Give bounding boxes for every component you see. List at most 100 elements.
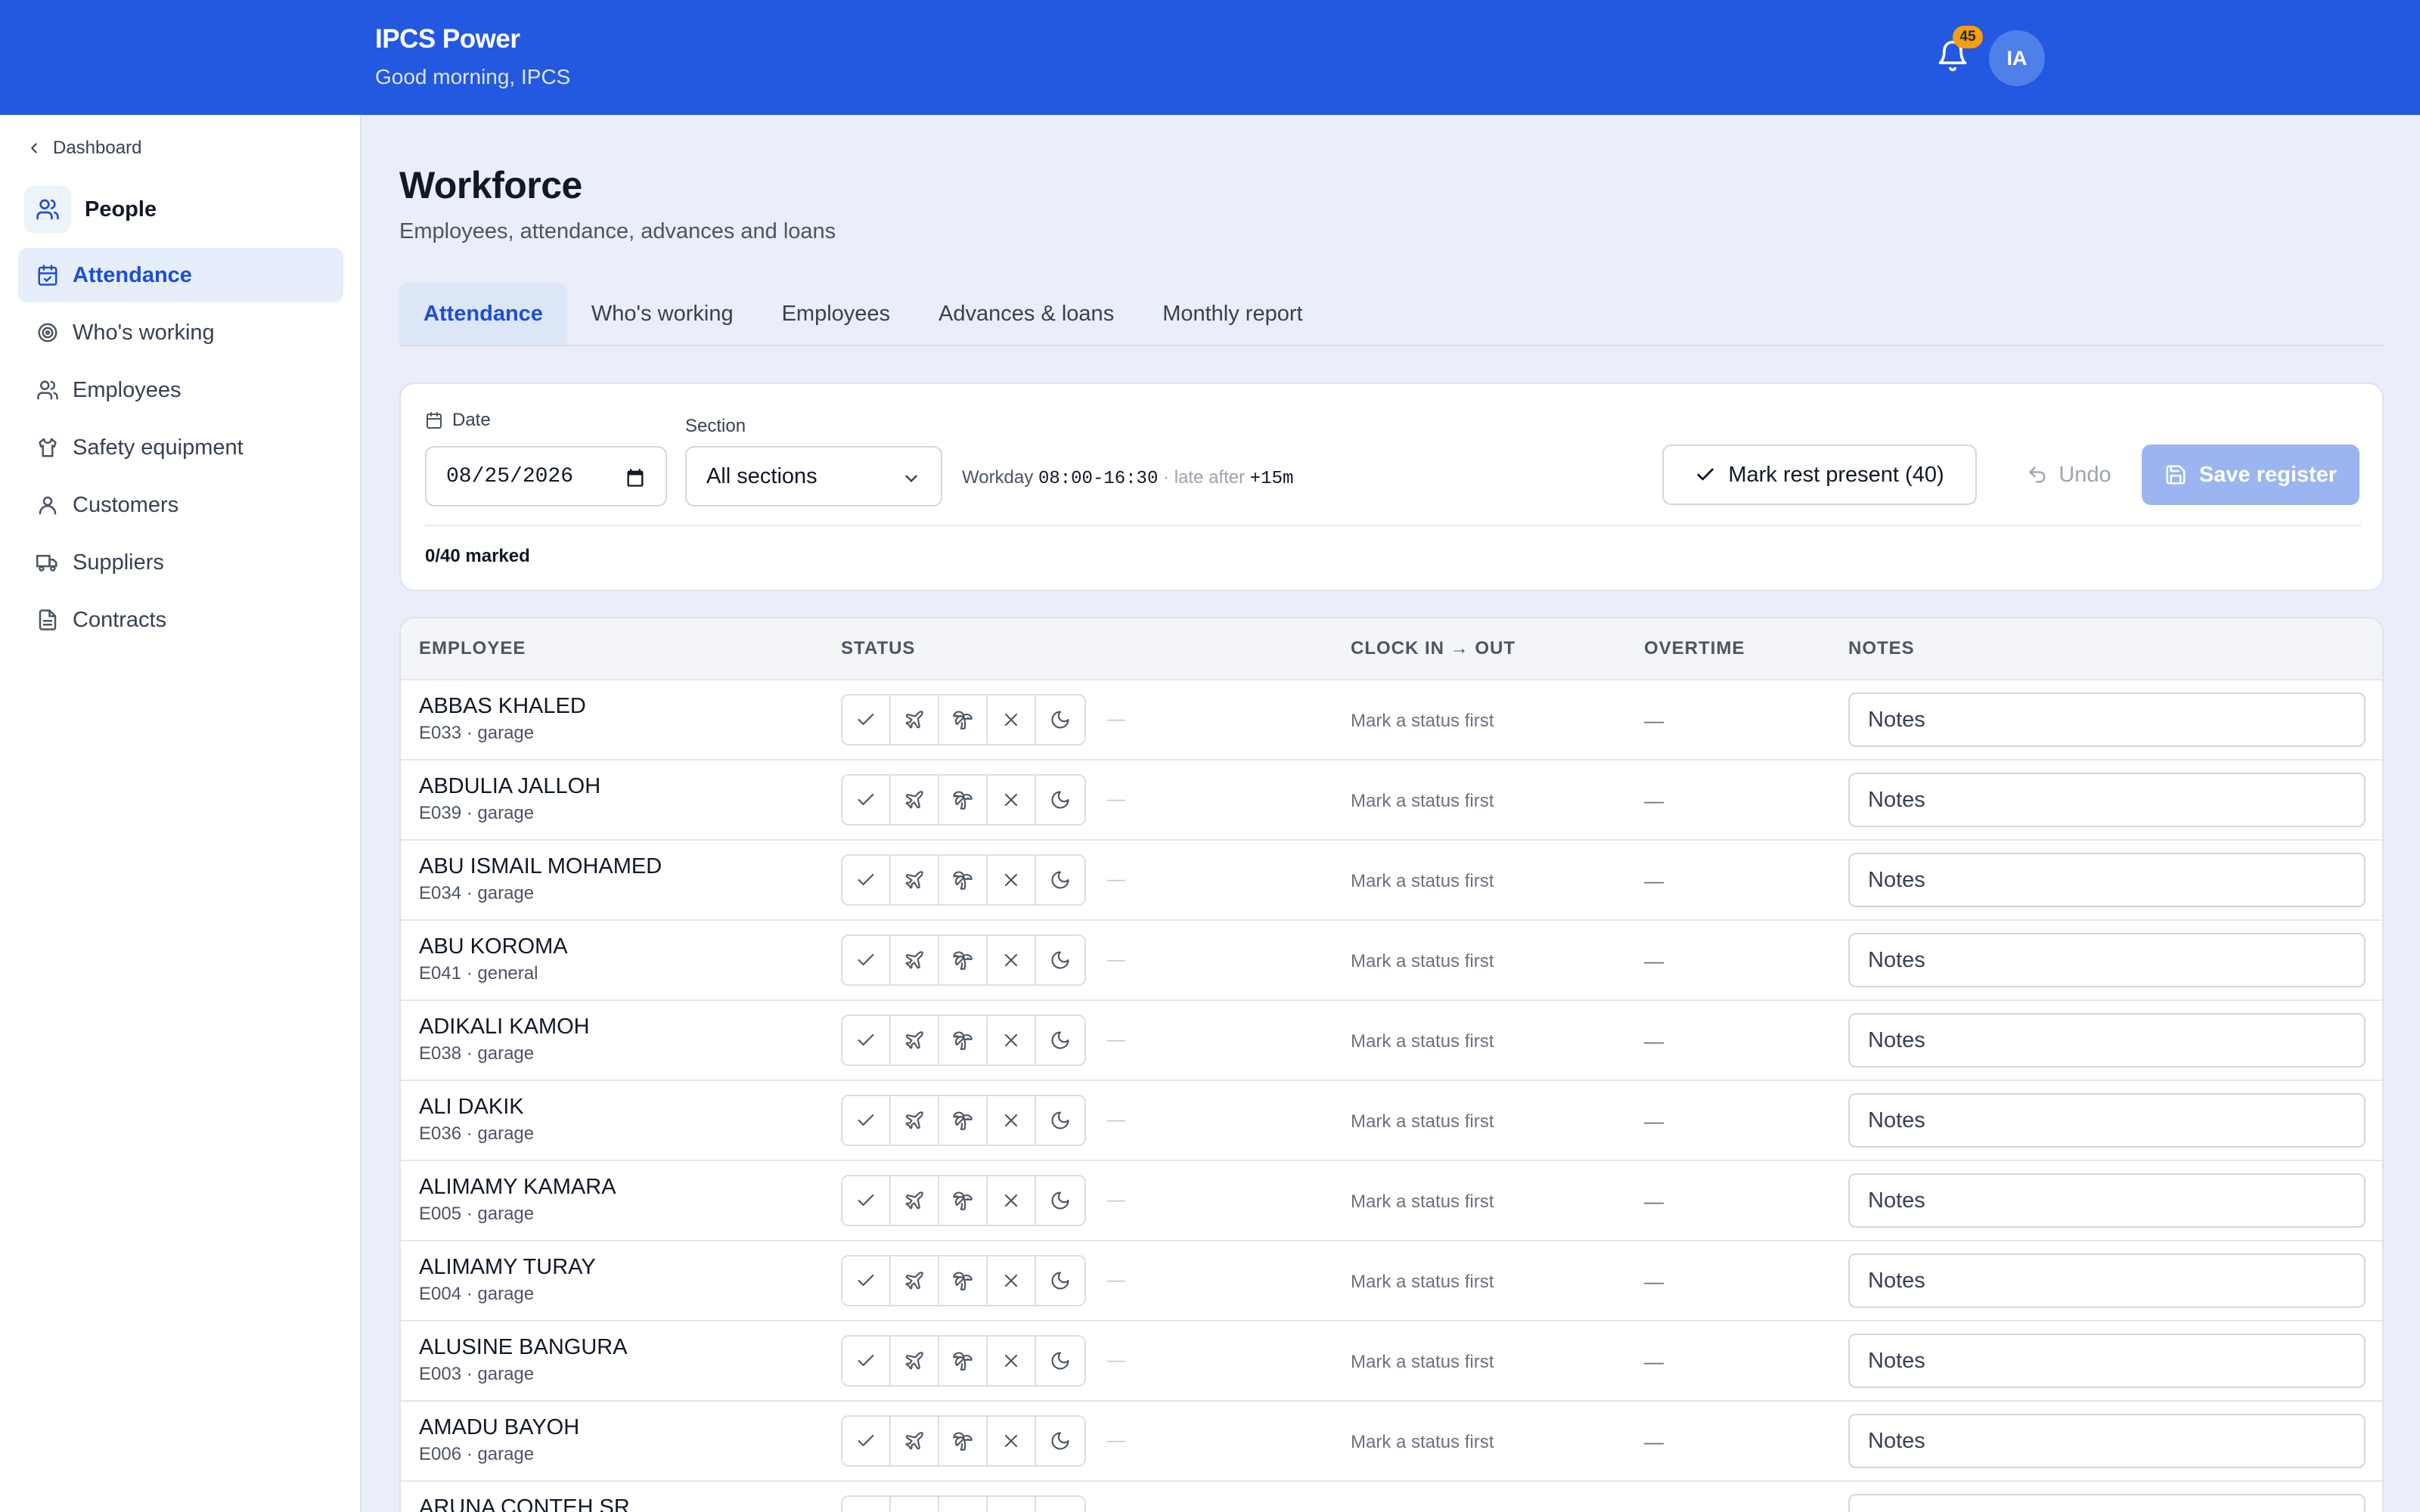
status-palm-tree-button[interactable]	[939, 1176, 988, 1225]
people-icon	[24, 186, 71, 233]
status-check-button[interactable]	[842, 1497, 891, 1512]
status-moon-button[interactable]	[1036, 936, 1084, 984]
status-moon-button[interactable]	[1036, 696, 1084, 744]
status-plane-button[interactable]	[891, 696, 939, 744]
x-icon	[1004, 1354, 1018, 1368]
status-plane-button[interactable]	[891, 1176, 939, 1225]
status-palm-tree-button[interactable]	[939, 1256, 988, 1305]
notes-input[interactable]	[1848, 1414, 2366, 1468]
status-moon-button[interactable]	[1036, 1256, 1084, 1305]
status-x-button[interactable]	[988, 696, 1036, 744]
status-plane-button[interactable]	[891, 936, 939, 984]
notes-input[interactable]	[1848, 1253, 2366, 1308]
clock-hint: Mark a status first	[1351, 1272, 1494, 1292]
status-plane-button[interactable]	[891, 856, 939, 904]
table-row: ADIKALI KAMOH E038 · garage — Mark a status…	[401, 1001, 2382, 1081]
status-plane-button[interactable]	[891, 1417, 939, 1465]
section-select[interactable]: All sections	[685, 446, 942, 507]
status-check-button[interactable]	[842, 936, 891, 984]
notes-input[interactable]	[1848, 1013, 2366, 1067]
status-palm-tree-button[interactable]	[939, 696, 988, 744]
status-x-button[interactable]	[988, 1016, 1036, 1064]
status-x-button[interactable]	[988, 776, 1036, 824]
sidebar: Dashboard People Attendance Who's workin…	[0, 115, 361, 1512]
sidebar-item-safety-equipment[interactable]: Safety equipment	[18, 420, 343, 475]
x-icon	[1004, 1033, 1018, 1047]
status-check-button[interactable]	[842, 1417, 891, 1465]
notes-input[interactable]	[1848, 1093, 2366, 1148]
user-icon	[39, 496, 57, 515]
tab-attendance[interactable]: Attendance	[399, 283, 567, 345]
status-x-button[interactable]	[988, 856, 1036, 904]
notes-input[interactable]	[1848, 1334, 2366, 1388]
status-palm-tree-button[interactable]	[939, 1337, 988, 1385]
status-moon-button[interactable]	[1036, 856, 1084, 904]
sidebar-item-attendance[interactable]: Attendance	[18, 248, 343, 302]
status-check-button[interactable]	[842, 1096, 891, 1145]
status-moon-button[interactable]	[1036, 1096, 1084, 1145]
status-check-button[interactable]	[842, 1256, 891, 1305]
status-moon-button[interactable]	[1036, 1417, 1084, 1465]
sidebar-item-whos-working[interactable]: Who's working	[18, 305, 343, 360]
notes-input[interactable]	[1848, 773, 2366, 827]
table-row: ABU ISMAIL MOHAMED E034 · garage — Mark a s…	[401, 841, 2382, 921]
status-check-button[interactable]	[842, 696, 891, 744]
status-palm-tree-button[interactable]	[939, 1417, 988, 1465]
status-plane-button[interactable]	[891, 776, 939, 824]
status-x-button[interactable]	[988, 1497, 1036, 1512]
status-check-button[interactable]	[842, 856, 891, 904]
status-moon-button[interactable]	[1036, 1016, 1084, 1064]
status-x-button[interactable]	[988, 1256, 1036, 1305]
page-subtitle: Employees, attendance, advances and loan…	[399, 219, 836, 243]
status-moon-button[interactable]	[1036, 776, 1084, 824]
status-moon-button[interactable]	[1036, 1337, 1084, 1385]
status-x-button[interactable]	[988, 1176, 1036, 1225]
employee-meta: E034 · garage	[419, 883, 535, 903]
status-check-button[interactable]	[842, 1176, 891, 1225]
notes-input[interactable]	[1848, 933, 2366, 987]
status-check-button[interactable]	[842, 1016, 891, 1064]
status-palm-tree-button[interactable]	[939, 1016, 988, 1064]
back-to-dashboard-link[interactable]: Dashboard	[26, 138, 141, 159]
date-field[interactable]: 08/25/2026	[425, 446, 667, 507]
status-x-button[interactable]	[988, 936, 1036, 984]
notes-input[interactable]	[1848, 1173, 2366, 1228]
mark-rest-present-button[interactable]: Mark rest present (40)	[1662, 445, 1977, 505]
tab-advances-loans[interactable]: Advances & loans	[914, 283, 1138, 345]
status-plane-button[interactable]	[891, 1256, 939, 1305]
palm-tree-icon	[953, 1111, 973, 1130]
check-icon	[858, 1434, 874, 1446]
sidebar-item-suppliers[interactable]: Suppliers	[18, 535, 343, 590]
sidebar-item-customers[interactable]: Customers	[18, 478, 343, 532]
undo-button[interactable]: Undo	[2009, 445, 2130, 505]
status-moon-button[interactable]	[1036, 1497, 1084, 1512]
status-x-button[interactable]	[988, 1417, 1036, 1465]
status-plane-button[interactable]	[891, 1016, 939, 1064]
x-icon	[1004, 1434, 1018, 1448]
avatar[interactable]: IA	[1989, 30, 2045, 86]
status-palm-tree-button[interactable]	[939, 856, 988, 904]
status-check-button[interactable]	[842, 1337, 891, 1385]
status-palm-tree-button[interactable]	[939, 776, 988, 824]
status-plane-button[interactable]	[891, 1497, 939, 1512]
sidebar-item-employees[interactable]: Employees	[18, 363, 343, 417]
notes-input[interactable]	[1848, 1494, 2366, 1512]
status-x-button[interactable]	[988, 1096, 1036, 1145]
status-plane-button[interactable]	[891, 1096, 939, 1145]
tab-employees[interactable]: Employees	[758, 283, 914, 345]
status-plane-button[interactable]	[891, 1337, 939, 1385]
calendar-picker-icon[interactable]	[625, 467, 646, 488]
tab-whos-working[interactable]: Who's working	[567, 283, 758, 345]
notes-input[interactable]	[1848, 692, 2366, 747]
tab-monthly-report[interactable]: Monthly report	[1138, 283, 1326, 345]
status-palm-tree-button[interactable]	[939, 936, 988, 984]
sidebar-item-contracts[interactable]: Contracts	[18, 593, 343, 647]
status-palm-tree-button[interactable]	[939, 1096, 988, 1145]
status-x-button[interactable]	[988, 1337, 1036, 1385]
status-moon-button[interactable]	[1036, 1176, 1084, 1225]
status-palm-tree-button[interactable]	[939, 1497, 988, 1512]
palm-tree-icon	[953, 1352, 973, 1371]
save-register-button[interactable]: Save register	[2142, 445, 2360, 505]
notes-input[interactable]	[1848, 853, 2366, 907]
status-check-button[interactable]	[842, 776, 891, 824]
